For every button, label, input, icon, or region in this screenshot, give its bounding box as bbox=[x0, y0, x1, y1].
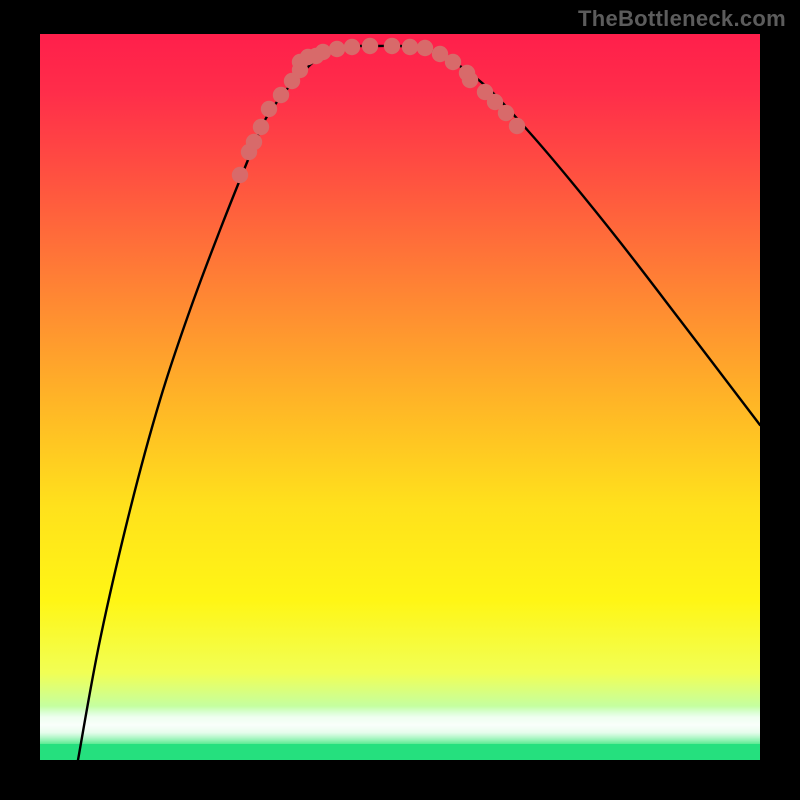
gpu-marker bbox=[246, 134, 262, 150]
chart-stage: TheBottleneck.com bbox=[0, 0, 800, 800]
gpu-marker bbox=[273, 87, 289, 103]
bottleneck-curve bbox=[78, 46, 760, 760]
curve-layer bbox=[40, 34, 760, 760]
gpu-marker bbox=[362, 38, 378, 54]
gpu-markers-group bbox=[232, 38, 525, 183]
gpu-marker bbox=[498, 105, 514, 121]
plot-area bbox=[40, 34, 760, 760]
gpu-marker bbox=[417, 40, 433, 56]
gpu-marker bbox=[402, 39, 418, 55]
gpu-marker bbox=[509, 118, 525, 134]
gpu-marker bbox=[329, 41, 345, 57]
gpu-marker bbox=[315, 44, 331, 60]
gpu-marker bbox=[445, 54, 461, 70]
gpu-marker bbox=[232, 167, 248, 183]
gpu-marker bbox=[344, 39, 360, 55]
gpu-marker bbox=[384, 38, 400, 54]
gpu-marker bbox=[462, 72, 478, 88]
gpu-marker bbox=[253, 119, 269, 135]
gpu-marker bbox=[261, 101, 277, 117]
watermark-text: TheBottleneck.com bbox=[578, 6, 786, 32]
